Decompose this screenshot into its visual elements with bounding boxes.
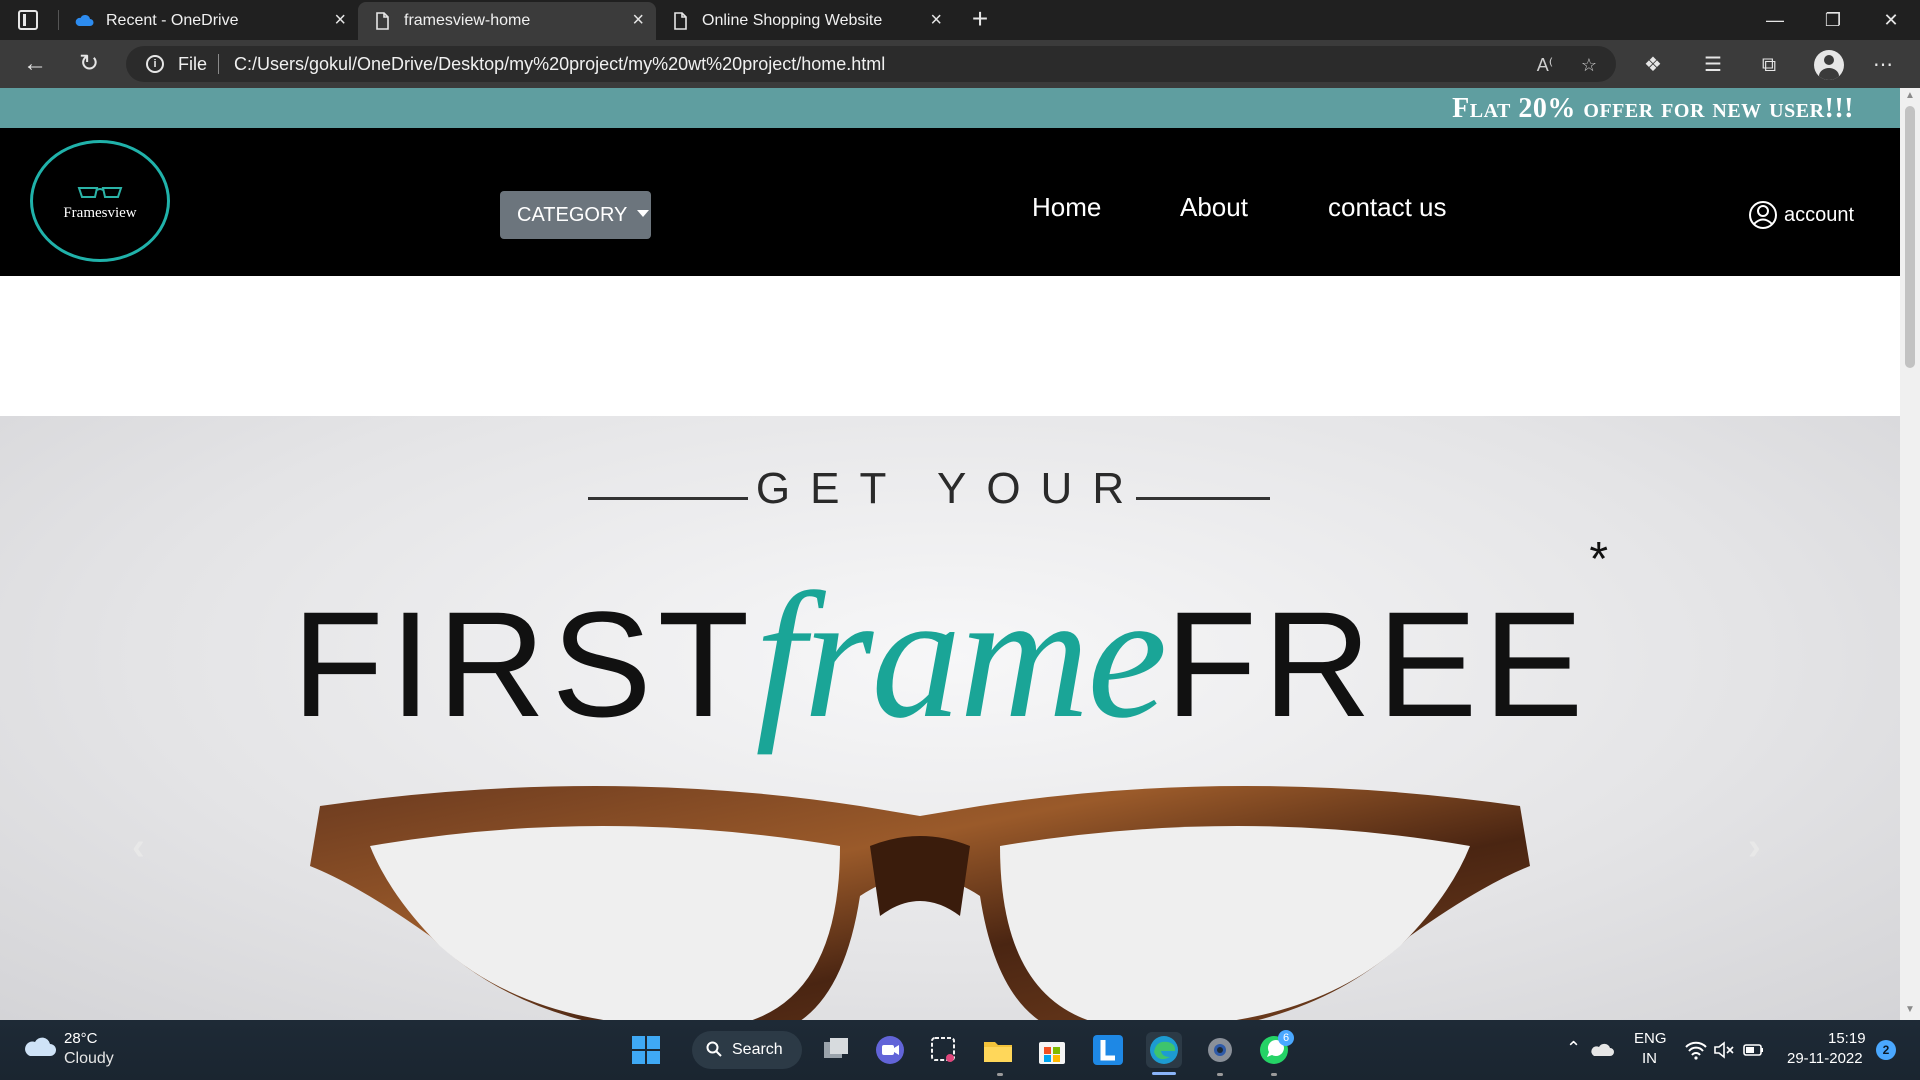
address-bar[interactable]: i File C:/Users/gokul/OneDrive/Desktop/m… xyxy=(126,46,1616,82)
tab-close-icon[interactable]: × xyxy=(632,10,644,30)
tab-title: framesview-home xyxy=(404,12,531,29)
refresh-icon[interactable]: ↻ xyxy=(74,50,104,80)
tab-close-icon[interactable]: × xyxy=(930,10,942,30)
read-aloud-icon[interactable]: A⁽ xyxy=(1534,54,1556,76)
tab-framesview-home[interactable]: framesview-home × xyxy=(358,2,656,40)
page-scrollbar[interactable]: ▲ ▼ xyxy=(1900,88,1920,1020)
wifi-icon[interactable] xyxy=(1684,1032,1708,1068)
caret-down-icon xyxy=(637,210,650,218)
language-line2[interactable]: IN xyxy=(1642,1050,1657,1067)
tab-close-icon[interactable]: × xyxy=(334,10,346,30)
battery-icon[interactable] xyxy=(1742,1032,1766,1068)
notification-badge[interactable]: 2 xyxy=(1876,1040,1896,1060)
scheme-label: File xyxy=(178,54,208,74)
tab-separator xyxy=(58,10,59,30)
carousel-next-icon[interactable]: › xyxy=(1748,826,1761,869)
hero-carousel: GET YOUR FIRSTframeFREE* ‹ › xyxy=(0,416,1900,1020)
running-indicator xyxy=(997,1073,1003,1076)
window-close-icon[interactable]: ✕ xyxy=(1868,6,1914,34)
account-label: account xyxy=(1784,204,1855,226)
restore-icon[interactable]: ❐ xyxy=(1810,6,1856,34)
scroll-thumb[interactable] xyxy=(1905,106,1915,368)
running-indicator xyxy=(1271,1073,1277,1076)
hero-free: FREE xyxy=(1165,580,1590,748)
cloudy-weather-icon[interactable] xyxy=(22,1034,56,1058)
back-icon[interactable]: ← xyxy=(20,50,50,80)
task-view-icon[interactable] xyxy=(818,1032,854,1068)
scroll-up-icon[interactable]: ▲ xyxy=(1904,90,1916,101)
user-circle-icon xyxy=(1749,201,1777,229)
snipping-tool-icon[interactable] xyxy=(926,1032,962,1068)
browser-tab-bar: Recent - OneDrive × framesview-home × On… xyxy=(0,0,1920,40)
more-options-icon[interactable]: ⋯ xyxy=(1870,52,1896,78)
onedrive-cloud-icon xyxy=(75,14,94,26)
site-header: Framesview CATEGORY Home About contact u… xyxy=(0,128,1900,276)
category-dropdown-button[interactable]: CATEGORY xyxy=(500,191,651,239)
edge-browser-icon[interactable] xyxy=(1146,1032,1182,1068)
carousel-prev-icon[interactable]: ‹ xyxy=(132,826,145,869)
active-app-indicator xyxy=(1152,1072,1176,1075)
running-indicator xyxy=(1217,1073,1223,1076)
hero-frame: frame xyxy=(755,556,1167,755)
windows-start-icon[interactable] xyxy=(628,1032,664,1068)
page-icon xyxy=(376,12,389,30)
nav-about-link[interactable]: About xyxy=(1180,192,1248,223)
microsoft-store-icon[interactable] xyxy=(1034,1032,1070,1068)
add-favorite-icon[interactable]: ☆ xyxy=(1578,54,1600,76)
volume-muted-icon[interactable] xyxy=(1712,1032,1736,1068)
page-icon xyxy=(674,12,687,30)
weather-temperature: 28°C xyxy=(64,1030,98,1047)
tab-online-shopping[interactable]: Online Shopping Website × xyxy=(656,2,954,40)
glasses-logo-icon xyxy=(77,187,123,198)
teams-chat-icon[interactable] xyxy=(872,1032,908,1068)
url-text[interactable]: C:/Users/gokul/OneDrive/Desktop/my%20pro… xyxy=(234,54,885,75)
app-l-icon[interactable] xyxy=(1090,1032,1126,1068)
windows-taskbar: 28°C Cloudy Search 6 ⌃ ENG IN 15:19 29-1… xyxy=(0,1020,1920,1080)
chevron-up-icon[interactable]: ⌃ xyxy=(1566,1038,1581,1059)
clock-date[interactable]: 29-11-2022 xyxy=(1787,1050,1863,1067)
settings-gear-icon[interactable] xyxy=(1202,1032,1238,1068)
tab-title: Recent - OneDrive xyxy=(106,12,239,29)
hero-kicker: GET YOUR xyxy=(755,464,1145,513)
extensions-icon[interactable]: ❖ xyxy=(1640,52,1666,78)
page-viewport: Flat 20% offer for new user!!! Framesvie… xyxy=(0,88,1920,1020)
tab-onedrive[interactable]: Recent - OneDrive × xyxy=(60,2,358,40)
eyeglasses-frame-image xyxy=(310,786,1530,1020)
address-separator xyxy=(218,54,219,74)
scroll-down-icon[interactable]: ▼ xyxy=(1904,1004,1916,1015)
clock-time[interactable]: 15:19 xyxy=(1828,1030,1866,1047)
tab-actions-icon[interactable] xyxy=(18,10,38,30)
nav-contact-link[interactable]: contact us xyxy=(1328,192,1447,223)
offer-banner: Flat 20% offer for new user!!! xyxy=(0,88,1900,128)
search-label: Search xyxy=(732,1041,783,1058)
offer-text: Flat 20% offer for new user!!! xyxy=(1452,93,1854,124)
browser-toolbar: ← ↻ i File C:/Users/gokul/OneDrive/Deskt… xyxy=(0,40,1920,88)
favorites-icon[interactable]: ☰ xyxy=(1700,52,1726,78)
hero-asterisk: * xyxy=(1589,533,1608,586)
taskbar-search-button[interactable]: Search xyxy=(692,1031,802,1069)
category-label: CATEGORY xyxy=(517,204,628,226)
collections-icon[interactable]: ⧉ xyxy=(1756,52,1782,78)
logo-text: Framesview xyxy=(63,205,137,221)
language-line1[interactable]: ENG xyxy=(1634,1030,1667,1047)
weather-condition: Cloudy xyxy=(64,1050,114,1067)
minimize-icon[interactable]: — xyxy=(1752,6,1798,34)
onedrive-tray-icon[interactable] xyxy=(1590,1032,1616,1068)
profile-avatar-icon[interactable] xyxy=(1814,50,1844,80)
info-icon[interactable]: i xyxy=(146,55,164,73)
search-icon xyxy=(706,1041,722,1057)
hero-headline: FIRSTframeFREE* xyxy=(0,533,1900,759)
file-explorer-icon[interactable] xyxy=(980,1032,1016,1068)
new-tab-button[interactable]: + xyxy=(966,5,994,34)
nav-home-link[interactable]: Home xyxy=(1032,192,1101,223)
tab-title: Online Shopping Website xyxy=(702,12,883,29)
whatsapp-badge: 6 xyxy=(1278,1030,1294,1046)
site-logo[interactable]: Framesview xyxy=(30,140,170,262)
hero-first: FIRST xyxy=(291,580,756,748)
